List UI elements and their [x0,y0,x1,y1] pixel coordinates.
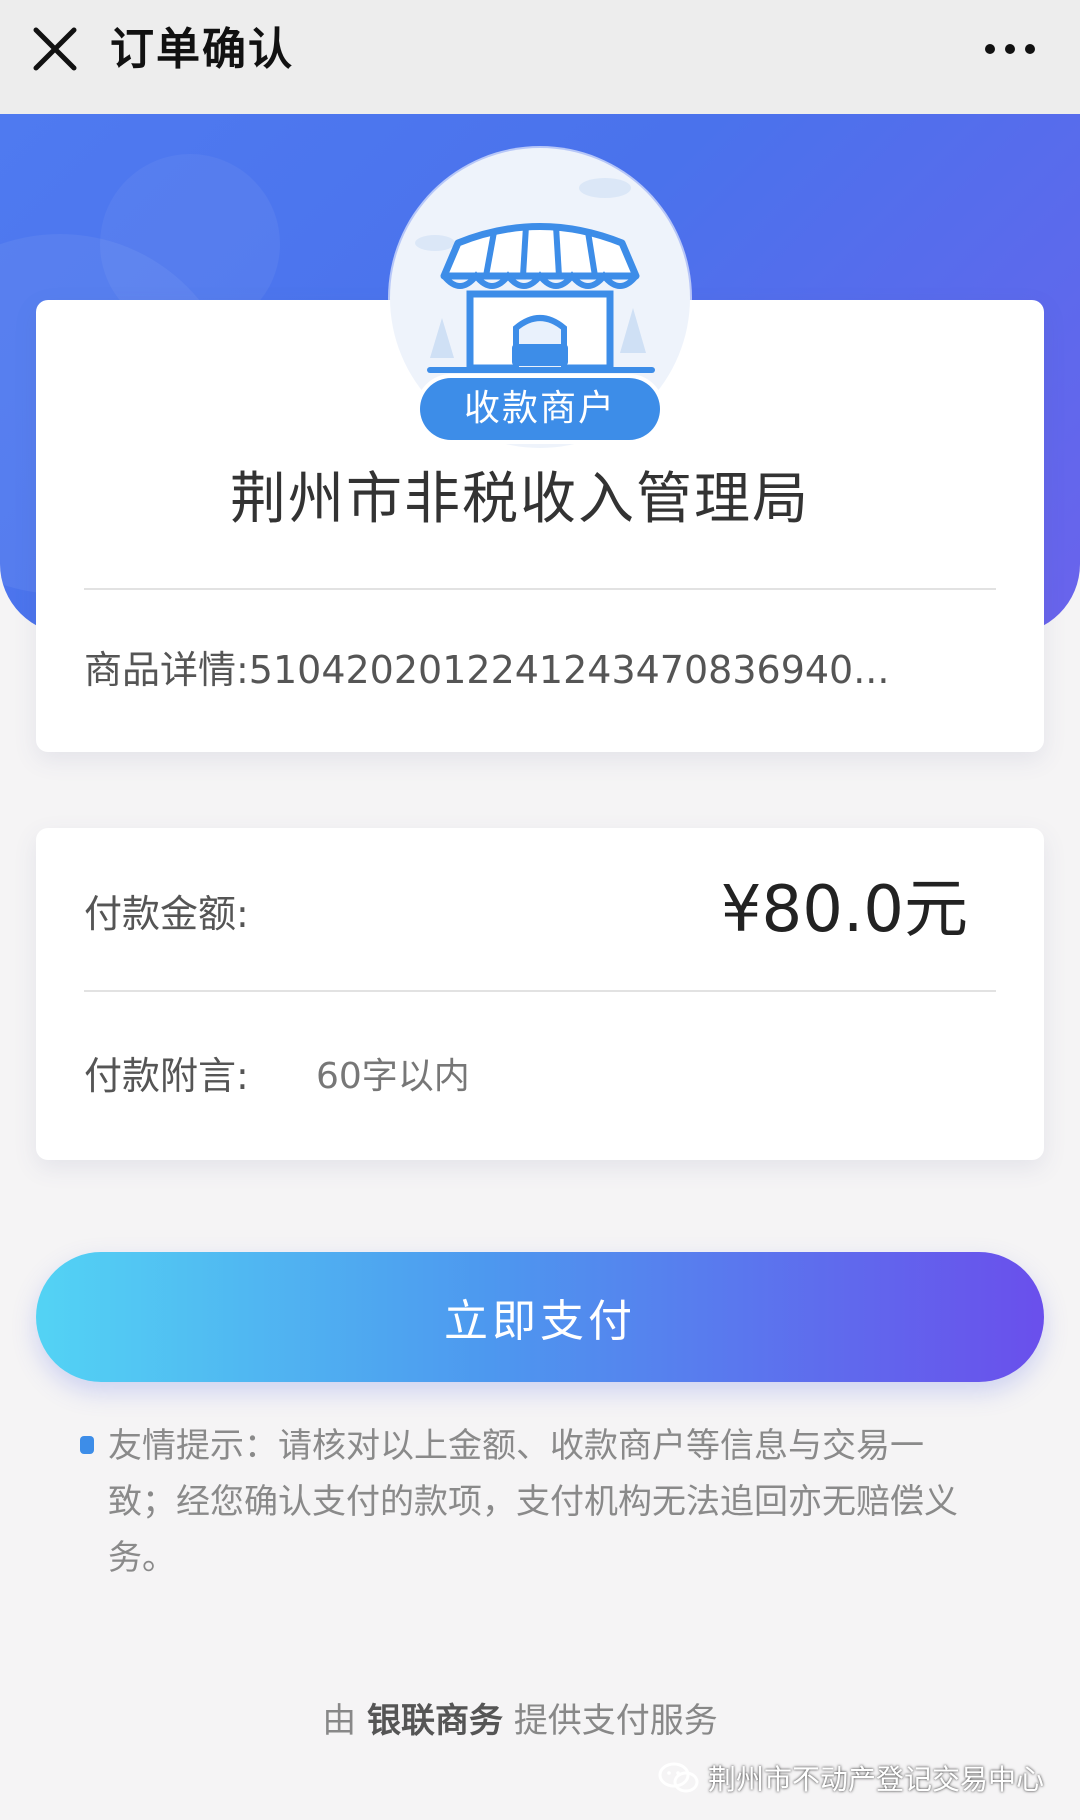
wechat-icon [658,1762,699,1793]
footer-prefix: 由 [322,1701,357,1741]
amount-value: ¥80.0元 [720,873,968,947]
page-title: 订单确认 [110,24,294,75]
provider-footer: 由 银联商务 提供支付服务 [0,1696,1080,1746]
footer-suffix: 提供支付服务 [513,1701,718,1741]
remark-input[interactable] [316,1042,976,1110]
payment-card: 付款金额: ¥80.0元 付款附言: [36,828,1044,1160]
merchant-badge: 收款商户 [420,378,660,440]
close-icon[interactable] [28,22,82,76]
amount-label: 付款金额: [84,892,249,936]
pay-now-button[interactable]: 立即支付 [36,1252,1044,1382]
merchant-name: 荆州市非税收入管理局 [230,467,810,532]
more-dots-icon[interactable] [980,34,1040,64]
remark-label: 付款附言: [84,1054,249,1098]
top-nav-bar: 订单确认 [0,0,1080,114]
friendly-tip: 友情提示：请核对以上金额、收款商户等信息与交易一致；经您确认支付的款项，支付机构… [108,1426,958,1578]
order-confirm-page: 订单确认 收款商户 荆州市非税收入管理局 商品详情:51042020122412… [0,0,1080,1820]
watermark: 荆州市不动产登记交易中心 [658,1756,1044,1800]
goods-detail: 商品详情:510420201224124347083694​0... [84,648,890,692]
divider [84,588,996,590]
provider-brand: 银联商务 [367,1701,503,1741]
divider [84,990,996,992]
watermark-text: 荆州市不动产登记交易中心 [707,1763,1044,1796]
